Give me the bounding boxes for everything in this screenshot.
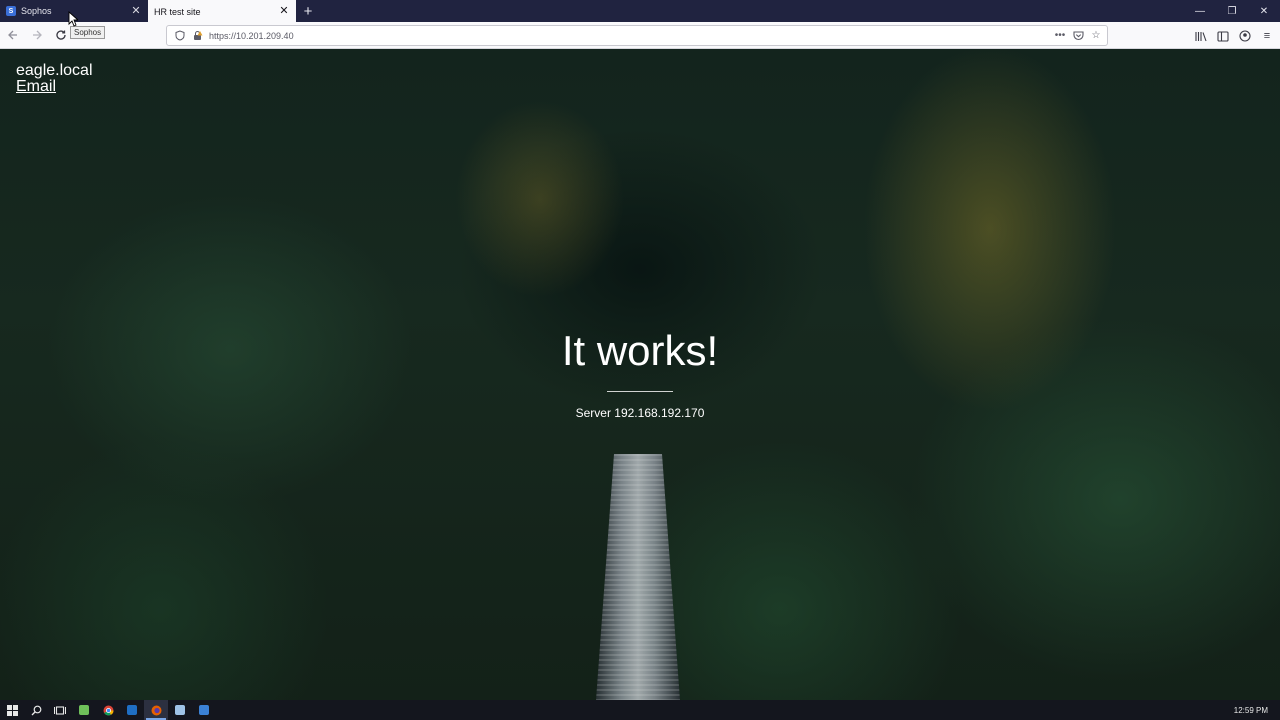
- sidebar-icon[interactable]: [1214, 27, 1232, 45]
- notepad-app-icon[interactable]: [72, 700, 96, 720]
- minimize-icon[interactable]: —: [1184, 0, 1216, 22]
- toolbar-right: ≡: [1192, 27, 1276, 45]
- windows-start-icon[interactable]: [0, 700, 24, 720]
- account-icon[interactable]: [1236, 27, 1254, 45]
- tab-strip: S Sophos ✕ HR test site ✕ + — ❐ ✕: [0, 0, 1280, 23]
- forward-arrow-icon[interactable]: [26, 24, 48, 46]
- title-divider: [607, 391, 673, 392]
- web-page: eagle.local Email It works! Server 192.1…: [0, 49, 1280, 700]
- pocket-icon[interactable]: [1071, 29, 1085, 43]
- close-tab-icon[interactable]: ✕: [278, 6, 290, 18]
- firefox-app-icon[interactable]: [144, 700, 168, 720]
- server-subtitle: Server 192.168.192.170: [575, 406, 705, 420]
- chrome-app-icon[interactable]: [96, 700, 120, 720]
- file-app-icon[interactable]: [168, 700, 192, 720]
- restore-icon[interactable]: ❐: [1216, 0, 1248, 22]
- page-actions-icon[interactable]: •••: [1053, 29, 1067, 43]
- taskbar-clock: 12:59 PM: [1233, 705, 1268, 715]
- page-title: It works!: [561, 327, 719, 374]
- tab-title: HR test site: [154, 6, 201, 17]
- suspension-bridge-image: [596, 454, 680, 700]
- remote-desktop-app-icon[interactable]: [192, 700, 216, 720]
- shield-icon[interactable]: [173, 29, 187, 43]
- outlook-app-icon[interactable]: [120, 700, 144, 720]
- navigation-toolbar: https://10.201.209.40 ••• ☆ ≡: [0, 22, 1280, 49]
- mouse-cursor-icon: [68, 10, 80, 32]
- sophos-favicon-icon: S: [6, 6, 16, 16]
- url-text: https://10.201.209.40: [209, 30, 294, 41]
- bookmark-star-icon[interactable]: ☆: [1089, 29, 1103, 43]
- tab-hr-test-site[interactable]: HR test site ✕: [148, 0, 296, 23]
- close-window-icon[interactable]: ✕: [1248, 0, 1280, 22]
- close-tab-icon[interactable]: ✕: [130, 5, 142, 17]
- task-view-icon[interactable]: [48, 700, 72, 720]
- window-controls: — ❐ ✕: [1184, 0, 1280, 22]
- search-icon[interactable]: [24, 700, 48, 720]
- taskbar: 12:59 PM: [0, 700, 1280, 720]
- email-link[interactable]: Email: [16, 78, 56, 96]
- new-tab-button[interactable]: +: [296, 0, 320, 22]
- address-bar[interactable]: https://10.201.209.40 ••• ☆: [166, 25, 1108, 46]
- back-arrow-icon[interactable]: [2, 24, 24, 46]
- hamburger-menu-icon[interactable]: ≡: [1258, 27, 1276, 45]
- lock-warning-icon[interactable]: [190, 29, 204, 43]
- library-icon[interactable]: [1192, 27, 1210, 45]
- url-actions: ••• ☆: [1053, 29, 1107, 43]
